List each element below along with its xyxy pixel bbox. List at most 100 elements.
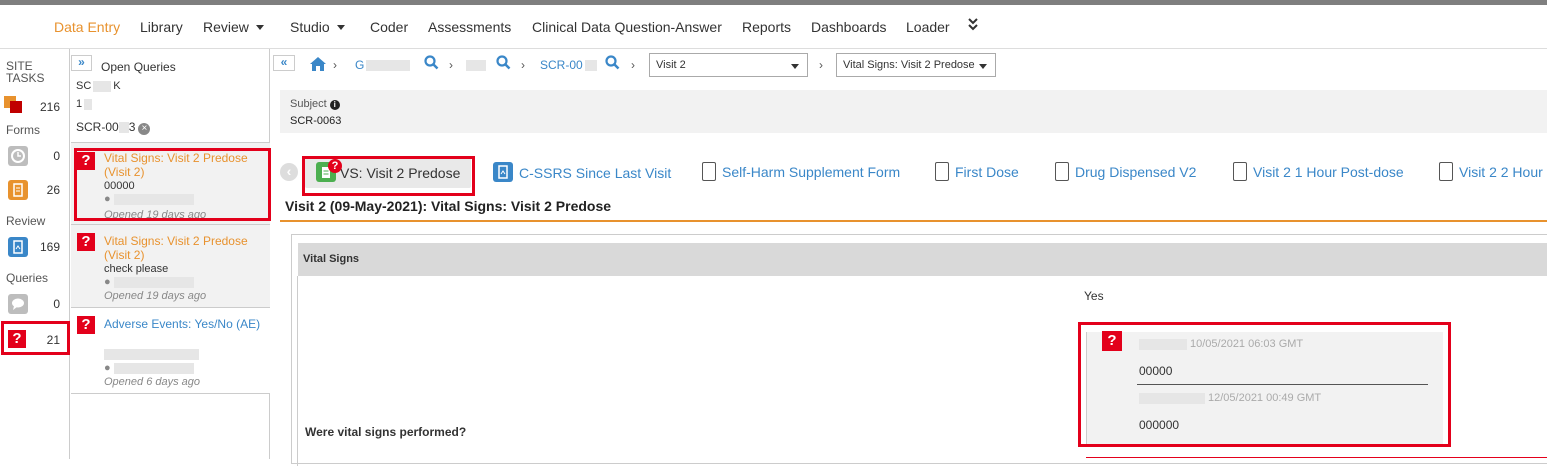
- visit-select[interactable]: Visit 2: [649, 53, 808, 77]
- subject-label: Subject: [290, 98, 327, 110]
- site-tasks-title: SITE TASKS: [6, 59, 45, 85]
- tab-label: C-SSRS Since Last Visit: [519, 165, 672, 181]
- queries-comments-count: 0: [53, 297, 60, 311]
- user-icon: ●: [104, 276, 111, 288]
- review-label: Review: [6, 214, 46, 228]
- forms-label: Forms: [6, 123, 40, 137]
- query-date: Opened 6 days ago: [104, 376, 201, 388]
- query-text: [104, 348, 199, 360]
- site-info-text: SC: [76, 80, 92, 92]
- forms-pending-count: 0: [53, 149, 60, 163]
- nav-review-label: Review: [203, 19, 249, 35]
- breadcrumb-study[interactable]: G: [355, 58, 411, 72]
- visit-select-value: Visit 2: [656, 59, 686, 71]
- section-divider: [297, 276, 298, 466]
- breadcrumb-separator: ›: [631, 58, 635, 72]
- tab-visit-2-1-hour[interactable]: Visit 2 1 Hour Post-dose: [1233, 162, 1404, 181]
- document-icon: [1233, 162, 1247, 181]
- form-select[interactable]: Vital Signs: Visit 2 Predose: [836, 53, 996, 77]
- open-queries-panel: » Open Queries SC K 1 SCR-00 3 × ? Vital Si…: [71, 49, 270, 459]
- nav-loader[interactable]: Loader: [906, 19, 950, 35]
- form-select-value: Vital Signs: Visit 2 Predose: [843, 59, 975, 71]
- breadcrumb-site[interactable]: [466, 58, 486, 72]
- answer-value[interactable]: Yes: [1084, 289, 1104, 303]
- double-chevron-down-icon[interactable]: [968, 16, 978, 35]
- tab-label: Self-Harm Supplement Form: [722, 164, 901, 180]
- question-label: Were vital signs performed?: [305, 425, 467, 439]
- query-user: ●: [104, 276, 194, 288]
- clock-icon[interactable]: [8, 146, 28, 166]
- nav-library[interactable]: Library: [140, 19, 183, 35]
- query-item[interactable]: ? Vital Signs: Visit 2 Predose (Visit 2)…: [71, 225, 270, 308]
- tab-c-ssrs[interactable]: C-SSRS Since Last Visit: [493, 162, 671, 182]
- form-heading: Visit 2 (09-May-2021): Vital Signs: Visi…: [285, 198, 612, 214]
- highlight-query-history: [1078, 322, 1451, 447]
- tab-visit-2-2-hour[interactable]: Visit 2 2 Hour: [1439, 162, 1543, 181]
- document-icon: [1055, 162, 1069, 181]
- caret-down-icon: [791, 64, 799, 69]
- document-icon: [935, 162, 949, 181]
- caret-down-icon: [979, 64, 987, 69]
- review-document-icon[interactable]: [8, 237, 28, 257]
- home-icon[interactable]: [309, 56, 327, 75]
- subject-bar: Subject i SCR-0063: [280, 90, 1547, 133]
- breadcrumb-separator: ›: [819, 58, 823, 72]
- subject-filter-text: SCR-00: [76, 120, 119, 134]
- forms-open-count: 26: [46, 183, 60, 197]
- site-tasks-panel: SITE TASKS 216 Forms 0 26 Review 169 Que…: [0, 49, 70, 459]
- tasks-stack-icon[interactable]: [4, 96, 22, 114]
- site-info: SC K: [76, 80, 121, 92]
- open-queries-title: Open Queries: [101, 60, 176, 74]
- redacted-text: [113, 276, 194, 288]
- query-date: Opened 19 days ago: [104, 290, 207, 302]
- tab-self-harm[interactable]: Self-Harm Supplement Form: [702, 162, 900, 181]
- nav-reports[interactable]: Reports: [742, 19, 791, 35]
- form-review-icon: [493, 162, 513, 182]
- document-icon: [1439, 162, 1453, 181]
- scroll-left-icon[interactable]: ‹: [280, 163, 298, 181]
- highlight-active-tab: [302, 156, 475, 196]
- comment-icon[interactable]: [8, 294, 28, 314]
- site-info-suffix: K: [113, 80, 121, 92]
- redacted-text: [93, 80, 112, 92]
- document-icon: [702, 162, 716, 181]
- review-count: 169: [39, 240, 60, 254]
- search-icon[interactable]: [605, 55, 620, 73]
- subject-filter: SCR-00 3 ×: [76, 120, 151, 135]
- nav-studio-label: Studio: [290, 19, 330, 35]
- tab-label: First Dose: [955, 164, 1019, 180]
- query-icon: ?: [77, 316, 95, 334]
- tab-first-dose[interactable]: First Dose: [935, 162, 1019, 181]
- breadcrumb-subject[interactable]: SCR-00: [540, 58, 597, 72]
- query-item[interactable]: ? Adverse Events: Yes/No (AE) ● Opened 6…: [71, 308, 270, 394]
- expand-panel-icon[interactable]: »: [71, 55, 92, 71]
- query-title[interactable]: Adverse Events: Yes/No (AE): [104, 317, 264, 331]
- collapse-panel-icon[interactable]: «: [273, 55, 295, 71]
- form-document-icon[interactable]: [8, 180, 28, 200]
- search-icon[interactable]: [496, 55, 511, 73]
- tasks-total-count: 216: [39, 100, 60, 114]
- nav-clinical-data-qa[interactable]: Clinical Data Question-Answer: [532, 19, 722, 35]
- clear-filter-icon[interactable]: ×: [138, 123, 151, 135]
- query-text: check please: [104, 263, 169, 275]
- redacted-text: [584, 60, 597, 72]
- info-icon[interactable]: i: [329, 100, 340, 110]
- query-title[interactable]: Vital Signs: Visit 2 Predose (Visit 2): [104, 234, 264, 262]
- nav-data-entry[interactable]: Data Entry: [54, 19, 120, 35]
- redacted-text: [466, 60, 486, 72]
- caret-down-icon: [336, 25, 345, 30]
- highlight-queries-count: [1, 321, 70, 355]
- breadcrumb-subject-text: SCR-00: [540, 58, 583, 72]
- tab-label: Visit 2 1 Hour Post-dose: [1253, 164, 1404, 180]
- query-user: ●: [104, 362, 194, 374]
- nav-studio[interactable]: Studio: [290, 19, 345, 35]
- main-navigation: Data Entry Library Review Studio Coder A…: [0, 5, 1547, 49]
- nav-dashboards[interactable]: Dashboards: [811, 19, 887, 35]
- query-icon: ?: [77, 233, 95, 251]
- search-icon[interactable]: [424, 55, 439, 73]
- tab-drug-dispensed[interactable]: Drug Dispensed V2: [1055, 162, 1196, 181]
- site-number: 1: [76, 98, 93, 110]
- nav-review[interactable]: Review: [203, 19, 264, 35]
- nav-coder[interactable]: Coder: [370, 19, 408, 35]
- nav-assessments[interactable]: Assessments: [428, 19, 511, 35]
